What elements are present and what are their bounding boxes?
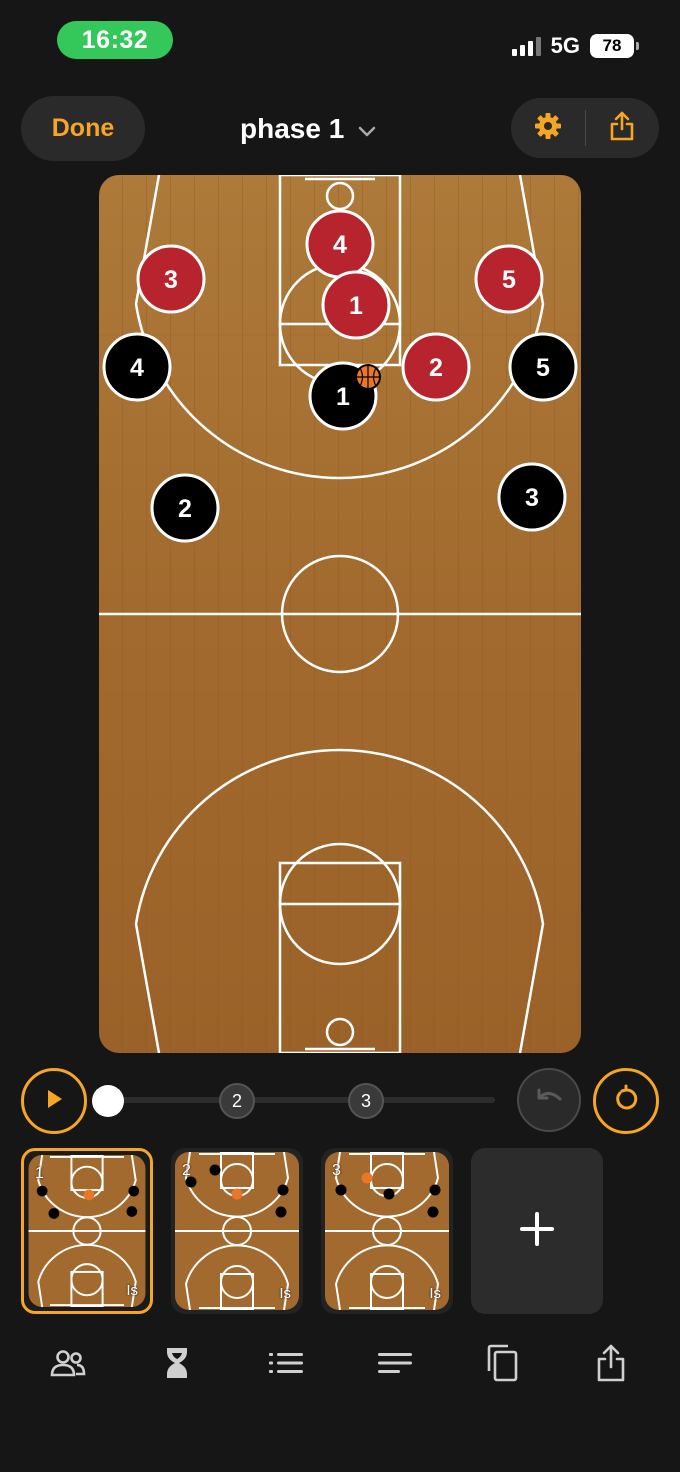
player-offense[interactable]: 3 [497, 462, 567, 532]
rotate-icon [611, 1084, 641, 1119]
basketball-icon[interactable] [355, 364, 381, 390]
done-button[interactable]: Done [21, 96, 145, 161]
export-button[interactable] [583, 1340, 639, 1390]
share-icon [608, 110, 636, 147]
player-number: 1 [336, 383, 350, 411]
player-offense[interactable]: 5 [508, 332, 578, 402]
signal-icon [511, 36, 541, 56]
player-offense[interactable]: 2 [150, 473, 220, 543]
list-button[interactable] [258, 1340, 314, 1390]
player-number: 1 [349, 292, 363, 320]
share-button[interactable] [586, 98, 660, 158]
player-offense[interactable]: 4 [102, 332, 172, 402]
player-number: 5 [536, 354, 550, 382]
player-number: 3 [525, 484, 539, 512]
players-icon [49, 1348, 87, 1383]
phase-number: 3 [332, 1162, 341, 1179]
header-actions [511, 98, 659, 158]
timeline-track[interactable] [100, 1097, 495, 1103]
timeline-step-3[interactable]: 3 [348, 1083, 384, 1119]
add-phase-button[interactable] [471, 1148, 603, 1314]
phase-selector[interactable]: phase 1 [240, 108, 376, 150]
play-button[interactable] [21, 1068, 87, 1134]
play-icon [44, 1088, 64, 1115]
hourglass-icon [164, 1346, 190, 1385]
player-defense[interactable]: 3 [136, 244, 206, 314]
phase-tag: Is [429, 1285, 441, 1302]
phase-title: phase 1 [240, 113, 345, 144]
timeline-scrubber[interactable] [92, 1085, 124, 1117]
player-defense[interactable]: 4 [305, 209, 375, 279]
notes-icon [378, 1352, 412, 1379]
reset-button[interactable] [593, 1068, 659, 1134]
phase-number: 1 [35, 1165, 44, 1182]
plus-icon [519, 1211, 555, 1252]
player-number: 5 [502, 266, 516, 294]
share-icon [595, 1343, 627, 1388]
undo-button[interactable] [517, 1068, 581, 1132]
battery-icon: 78 [590, 34, 639, 58]
player-number: 2 [178, 495, 192, 523]
phase-number: 2 [182, 1162, 191, 1179]
player-number: 4 [130, 354, 144, 382]
status-time: 16:32 [57, 21, 173, 59]
basketball-court[interactable]: 4 3 1 5 2 4 1 5 2 3 [99, 175, 581, 1053]
phase-thumbnail-1[interactable]: 1 Is [21, 1148, 153, 1314]
chevron-down-icon [358, 113, 376, 145]
player-defense[interactable]: 1 [321, 270, 391, 340]
player-defense[interactable]: 5 [474, 244, 544, 314]
player-number: 4 [333, 231, 347, 259]
gear-icon [533, 111, 563, 146]
bottom-toolbar [0, 1340, 680, 1390]
timing-button[interactable] [149, 1340, 205, 1390]
players-button[interactable] [40, 1340, 96, 1390]
timeline-step-2[interactable]: 2 [219, 1083, 255, 1119]
duplicate-icon [484, 1343, 520, 1388]
phase-tag: Is [126, 1282, 138, 1299]
court-canvas: 4 3 1 5 2 4 1 5 2 3 [99, 175, 581, 1053]
phase-tag: Is [279, 1285, 291, 1302]
status-indicators: 5G 78 [511, 32, 639, 60]
duplicate-button[interactable] [474, 1340, 530, 1390]
notes-button[interactable] [367, 1340, 423, 1390]
network-type: 5G [550, 33, 580, 58]
settings-button[interactable] [511, 98, 585, 158]
player-defense[interactable]: 2 [401, 332, 471, 402]
player-number: 2 [429, 354, 443, 382]
battery-level: 78 [602, 36, 622, 55]
undo-icon [534, 1087, 564, 1114]
phase-thumbnail-3[interactable]: 3 Is [321, 1148, 453, 1314]
phase-thumbnail-2[interactable]: 2 Is [171, 1148, 303, 1314]
list-icon [269, 1352, 303, 1379]
player-number: 3 [164, 266, 178, 294]
